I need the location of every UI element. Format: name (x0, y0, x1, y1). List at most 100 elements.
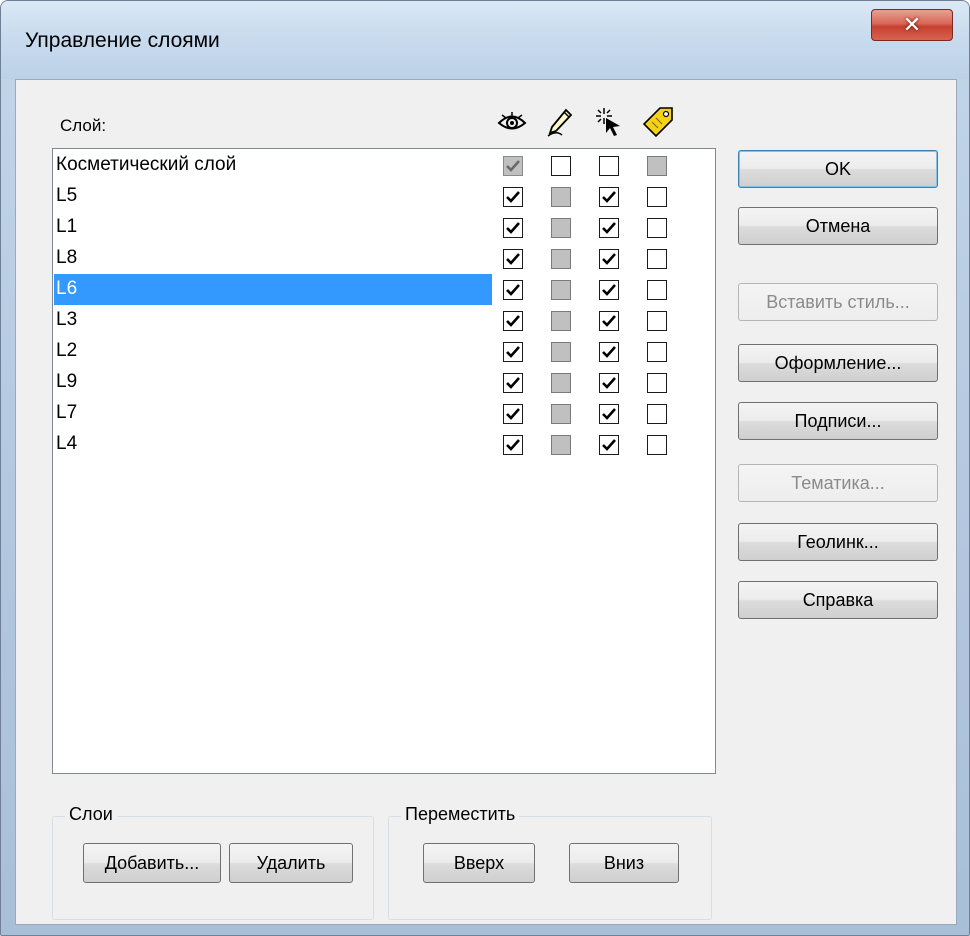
checkmark-icon (506, 439, 520, 451)
checkmark-icon (506, 284, 520, 296)
layer-row[interactable]: L8 (53, 243, 715, 274)
checkmark-icon (602, 284, 616, 296)
labels-checkbox[interactable] (647, 249, 667, 269)
layer-name[interactable]: L9 (54, 367, 492, 398)
editable-checkbox (551, 373, 571, 393)
visible-checkbox[interactable] (503, 249, 523, 269)
selectable-checkbox[interactable] (599, 218, 619, 238)
layer-row[interactable]: L2 (53, 336, 715, 367)
geolink-button[interactable]: Геолинк... (738, 523, 938, 561)
selectable-checkbox[interactable] (599, 342, 619, 362)
layer-name[interactable]: L2 (54, 336, 492, 367)
checkmark-icon (506, 377, 520, 389)
checkmark-icon (506, 253, 520, 265)
move-group: Переместить Вверх Вниз (388, 804, 712, 920)
visible-checkbox[interactable] (503, 404, 523, 424)
labels-button[interactable]: Подписи... (738, 402, 938, 440)
cancel-button[interactable]: Отмена (738, 207, 938, 245)
selectable-checkbox[interactable] (599, 311, 619, 331)
move-down-button[interactable]: Вниз (569, 843, 679, 883)
selectable-checkbox[interactable] (599, 280, 619, 300)
visible-checkbox[interactable] (503, 187, 523, 207)
visible-checkbox[interactable] (503, 435, 523, 455)
selectable-checkbox[interactable] (599, 249, 619, 269)
pencil-icon (547, 108, 573, 137)
labels-checkbox[interactable] (647, 342, 667, 362)
close-icon: ✕ (902, 12, 922, 38)
layers-group-title: Слои (65, 804, 117, 825)
selectable-checkbox[interactable] (599, 373, 619, 393)
ok-button[interactable]: OK (738, 150, 938, 188)
editable-checkbox (551, 187, 571, 207)
selectable-checkbox[interactable] (599, 435, 619, 455)
checkmark-icon (602, 191, 616, 203)
layer-name[interactable]: L4 (54, 429, 492, 460)
checkmark-icon (602, 346, 616, 358)
layer-name[interactable]: L5 (54, 181, 492, 212)
layer-row[interactable]: L5 (53, 181, 715, 212)
eye-icon (497, 112, 527, 130)
labels-checkbox[interactable] (647, 373, 667, 393)
editable-checkbox (551, 249, 571, 269)
checkmark-icon (602, 222, 616, 234)
remove-layer-button[interactable]: Удалить (229, 843, 353, 883)
checkmark-icon (506, 408, 520, 420)
visible-checkbox[interactable] (503, 342, 523, 362)
title-bar[interactable]: Управление слоями ✕ (1, 1, 969, 79)
checkmark-icon (506, 346, 520, 358)
dialog-body: Слой: Косметический слой L5 L1 L8 L6 L3 L2 L9 L7… (15, 79, 957, 925)
labels-checkbox[interactable] (647, 404, 667, 424)
layer-row[interactable]: L6 (53, 274, 715, 305)
selectable-checkbox[interactable] (599, 404, 619, 424)
add-layer-button[interactable]: Добавить... (83, 843, 221, 883)
layer-list[interactable]: Косметический слой L5 L1 L8 L6 L3 L2 L9 L7 L4 (52, 148, 716, 774)
selectable-checkbox[interactable] (599, 187, 619, 207)
thematic-button[interactable]: Тематика... (738, 464, 938, 502)
layer-row[interactable]: L3 (53, 305, 715, 336)
editable-checkbox (551, 435, 571, 455)
labels-checkbox[interactable] (647, 435, 667, 455)
visible-checkbox[interactable] (503, 280, 523, 300)
labels-checkbox[interactable] (647, 218, 667, 238)
move-up-button[interactable]: Вверх (423, 843, 535, 883)
help-button[interactable]: Справка (738, 581, 938, 619)
editable-checkbox (551, 280, 571, 300)
layer-name[interactable]: L6 (54, 274, 492, 305)
visible-checkbox[interactable] (503, 311, 523, 331)
layer-list-label: Слой: (60, 116, 107, 135)
checkmark-icon (602, 408, 616, 420)
layer-name[interactable]: L7 (54, 398, 492, 429)
layer-name[interactable]: L1 (54, 212, 492, 243)
editable-checkbox[interactable] (551, 156, 571, 176)
checkmark-icon (602, 439, 616, 451)
checkmark-icon (602, 253, 616, 265)
pointer-icon (596, 108, 620, 136)
close-button[interactable]: ✕ (871, 9, 953, 41)
visible-checkbox[interactable] (503, 373, 523, 393)
move-group-title: Переместить (401, 804, 520, 825)
layer-name[interactable]: L8 (54, 243, 492, 274)
selectable-checkbox[interactable] (599, 156, 619, 176)
layer-row[interactable]: L9 (53, 367, 715, 398)
checkmark-icon (602, 377, 616, 389)
layer-row[interactable]: Косметический слой (53, 150, 715, 181)
layers-group: Слои Добавить... Удалить (52, 804, 374, 920)
labels-checkbox[interactable] (647, 311, 667, 331)
window-title: Управление слоями (25, 29, 220, 52)
layer-row[interactable]: L1 (53, 212, 715, 243)
visible-checkbox[interactable] (503, 218, 523, 238)
checkmark-icon (506, 191, 520, 203)
layer-row[interactable]: L7 (53, 398, 715, 429)
labels-checkbox[interactable] (647, 187, 667, 207)
layer-control-dialog: Управление слоями ✕ Слой: Косметический … (0, 0, 970, 936)
layer-row[interactable]: L4 (53, 429, 715, 460)
labels-checkbox[interactable] (647, 280, 667, 300)
display-button[interactable]: Оформление... (738, 344, 938, 382)
layer-name[interactable]: Косметический слой (54, 150, 492, 181)
editable-checkbox (551, 342, 571, 362)
layer-name[interactable]: L3 (54, 305, 492, 336)
paste-style-button[interactable]: Вставить стиль... (738, 283, 938, 321)
editable-checkbox (551, 404, 571, 424)
visible-checkbox (503, 156, 523, 176)
tag-icon (642, 107, 673, 138)
